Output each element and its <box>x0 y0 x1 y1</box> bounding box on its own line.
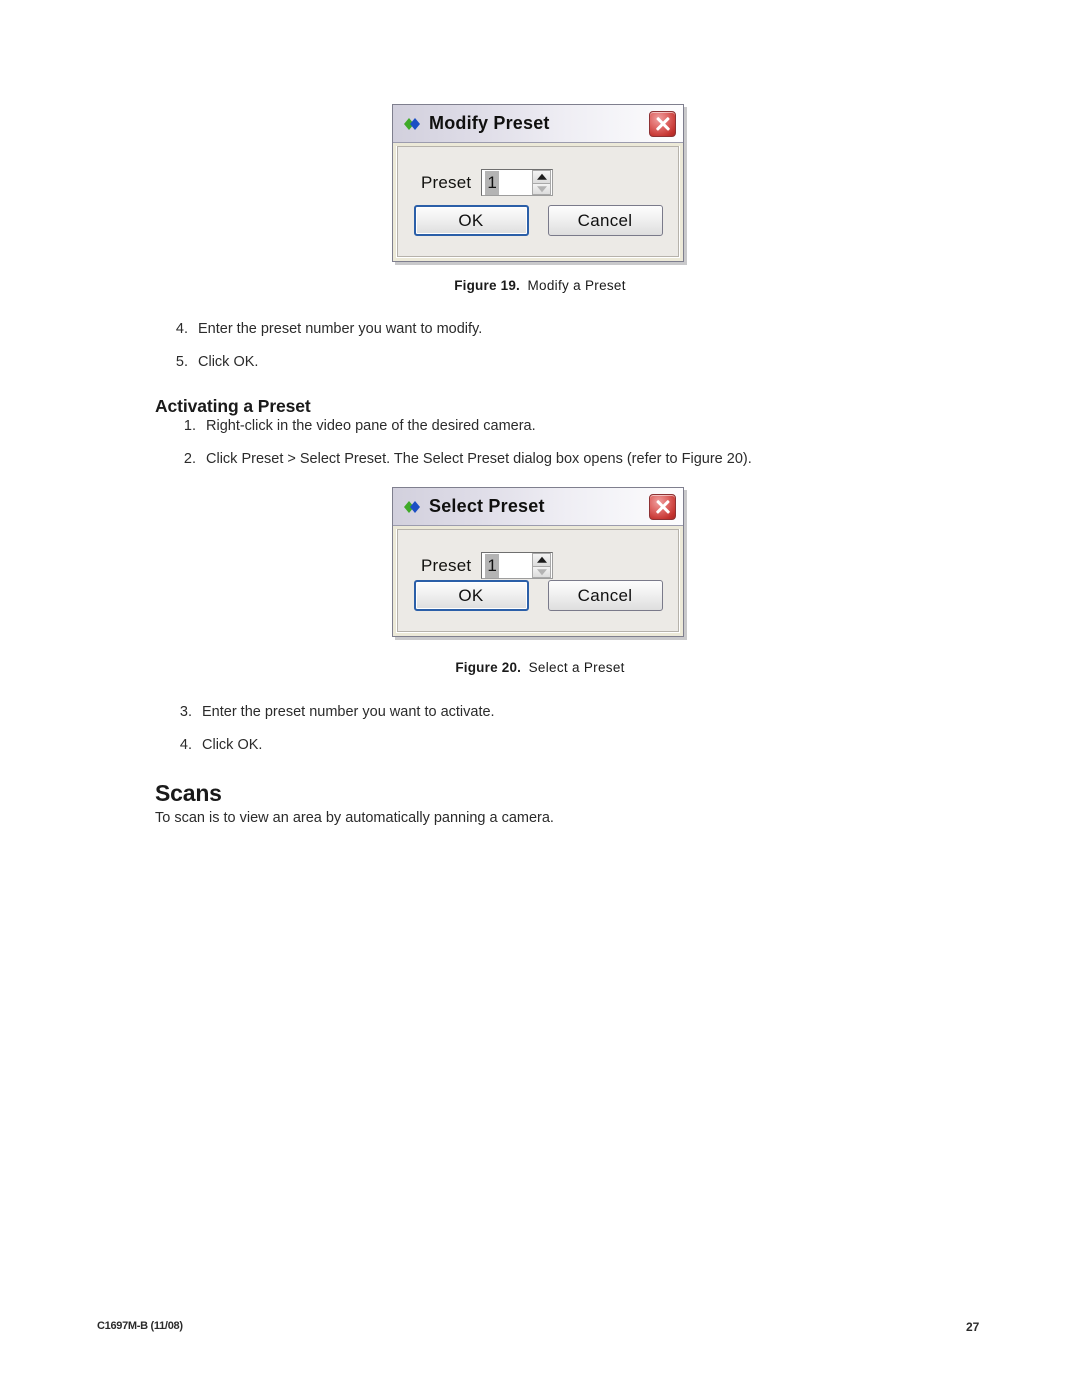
scans-paragraph: To scan is to view an area by automatica… <box>155 810 554 826</box>
list-item-text: Enter the preset number you want to modi… <box>198 321 483 337</box>
select-preset-dialog: Select Preset Preset 1 OK Cancel <box>392 487 684 637</box>
list-item: 4. Enter the preset number you want to m… <box>162 320 482 338</box>
diamond-icon <box>402 497 422 517</box>
list-item: 2. Click Preset > Select Preset. The Sel… <box>170 450 752 468</box>
figure-19-title: Modify a Preset <box>527 278 626 293</box>
figure-20-label: Figure 20. <box>455 660 522 675</box>
list-item: 1. Right-click in the video pane of the … <box>170 417 536 435</box>
list-item-number: 4. <box>175 321 188 337</box>
close-icon[interactable] <box>649 111 676 137</box>
document-page: Modify Preset Preset 1 OK Cancel Figure … <box>0 0 1080 1397</box>
dialog-content: Preset 1 OK Cancel <box>397 529 679 632</box>
footer-page-number: 27 <box>966 1320 980 1334</box>
spin-up-icon[interactable] <box>532 170 552 183</box>
section-heading-scans: Scans <box>155 780 222 806</box>
list-item-number: 3. <box>179 704 192 720</box>
list-item-number: 4. <box>179 737 192 753</box>
preset-field-row: Preset 1 <box>421 169 554 196</box>
dialog-titlebar: Select Preset <box>393 488 683 526</box>
modify-preset-dialog: Modify Preset Preset 1 OK Cancel <box>392 104 684 262</box>
preset-label: Preset <box>421 555 472 575</box>
cancel-button[interactable]: Cancel <box>547 205 663 236</box>
ok-button[interactable]: OK <box>413 580 529 611</box>
list-item-text: Right-click in the video pane of the des… <box>206 418 536 434</box>
dialog-titlebar: Modify Preset <box>393 105 683 143</box>
list-item-text: Click OK. <box>202 737 263 753</box>
dialog-content: Preset 1 OK Cancel <box>397 146 679 257</box>
spinner-buttons <box>532 170 552 195</box>
list-item: 5. Click OK. <box>162 353 259 371</box>
list-item-number: 5. <box>175 354 188 370</box>
figure-20-caption: Figure 20. Select a Preset <box>0 660 1080 675</box>
ok-button[interactable]: OK <box>413 205 529 236</box>
dialog-body: Preset 1 OK Cancel <box>396 529 680 633</box>
dialog-button-row: OK Cancel <box>398 205 678 236</box>
list-item: 4. Click OK. <box>166 736 263 754</box>
preset-spinner[interactable]: 1 <box>481 552 554 579</box>
preset-label: Preset <box>421 172 472 192</box>
dialog-title: Modify Preset <box>429 113 550 133</box>
cancel-button[interactable]: Cancel <box>547 580 663 611</box>
dialog-button-row: OK Cancel <box>398 580 678 611</box>
list-item: 3. Enter the preset number you want to a… <box>166 703 495 721</box>
spin-down-icon[interactable] <box>532 182 552 195</box>
figure-20-title: Select a Preset <box>528 660 625 675</box>
list-item-text: Enter the preset number you want to acti… <box>202 704 495 720</box>
preset-spinner[interactable]: 1 <box>481 169 554 196</box>
preset-value[interactable]: 1 <box>485 553 499 578</box>
list-item-text: Click Preset > Select Preset. The Select… <box>206 451 752 467</box>
diamond-icon <box>402 114 422 134</box>
spinner-buttons <box>532 553 552 578</box>
spin-up-icon[interactable] <box>532 553 552 566</box>
preset-field-row: Preset 1 <box>421 552 554 579</box>
section-heading-activating-a-preset: Activating a Preset <box>155 396 311 416</box>
list-item-text: Click OK. <box>198 354 259 370</box>
dialog-title: Select Preset <box>429 496 545 516</box>
list-item-number: 2. <box>183 451 196 467</box>
footer-document-id: C1697M-B (11/08) <box>97 1320 183 1332</box>
preset-value[interactable]: 1 <box>485 170 499 195</box>
figure-19-label: Figure 19. <box>454 278 520 293</box>
close-icon[interactable] <box>649 494 676 520</box>
list-item-number: 1. <box>183 418 196 434</box>
dialog-body: Preset 1 OK Cancel <box>396 146 680 258</box>
spin-down-icon[interactable] <box>532 565 552 578</box>
figure-19-caption: Figure 19. Modify a Preset <box>0 278 1080 293</box>
